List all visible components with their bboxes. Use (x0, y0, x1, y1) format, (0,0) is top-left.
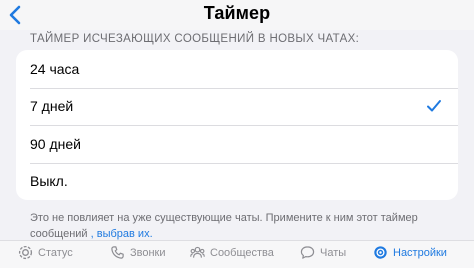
option-24-hours[interactable]: 24 часа (16, 50, 458, 88)
timer-options-list: 24 часа 7 дней 90 дней Выкл. (16, 50, 458, 200)
option-7-days[interactable]: 7 дней (16, 87, 458, 126)
option-label: 7 дней (30, 98, 74, 115)
footer-note-line1: Это не повлияет на уже существующие чаты… (30, 212, 418, 224)
settings-icon (374, 246, 387, 259)
footer-note-text: сообщений (30, 228, 91, 240)
section-header: ТАЙМЕР ИСЧЕЗАЮЩИХ СООБЩЕНИЙ В НОВЫХ ЧАТА… (30, 33, 360, 45)
tab-label: Чаты (320, 246, 347, 259)
tab-status[interactable]: Статус (18, 245, 73, 260)
status-icon (18, 245, 33, 260)
tab-label: Сообщества (210, 246, 274, 259)
footer-note: Это не повлияет на уже существующие чаты… (30, 210, 460, 242)
option-label: 90 дней (30, 135, 81, 152)
checkmark-icon (427, 100, 441, 112)
option-label: 24 часа (30, 60, 80, 77)
tab-settings[interactable]: Настройки (373, 245, 447, 260)
tab-label: Настройки (393, 246, 447, 259)
option-90-days[interactable]: 90 дней (16, 125, 458, 163)
phone-icon (111, 246, 124, 259)
navigation-bar: Таймер (0, 0, 474, 30)
tab-communities[interactable]: Сообщества (190, 245, 274, 260)
tab-bar: Статус Звонки Сообщества Чаты Настройки (0, 240, 474, 268)
tab-label: Статус (38, 246, 73, 259)
tab-calls[interactable]: Звонки (110, 245, 166, 260)
communities-icon (190, 246, 205, 258)
tab-chats[interactable]: Чаты (300, 245, 346, 260)
chats-icon (300, 246, 315, 259)
select-chats-link[interactable]: , выбрав их. (91, 228, 153, 240)
option-label: Выкл. (30, 173, 68, 190)
option-off[interactable]: Выкл. (16, 162, 458, 201)
tab-label: Звонки (130, 246, 166, 259)
page-title: Таймер (203, 3, 271, 23)
